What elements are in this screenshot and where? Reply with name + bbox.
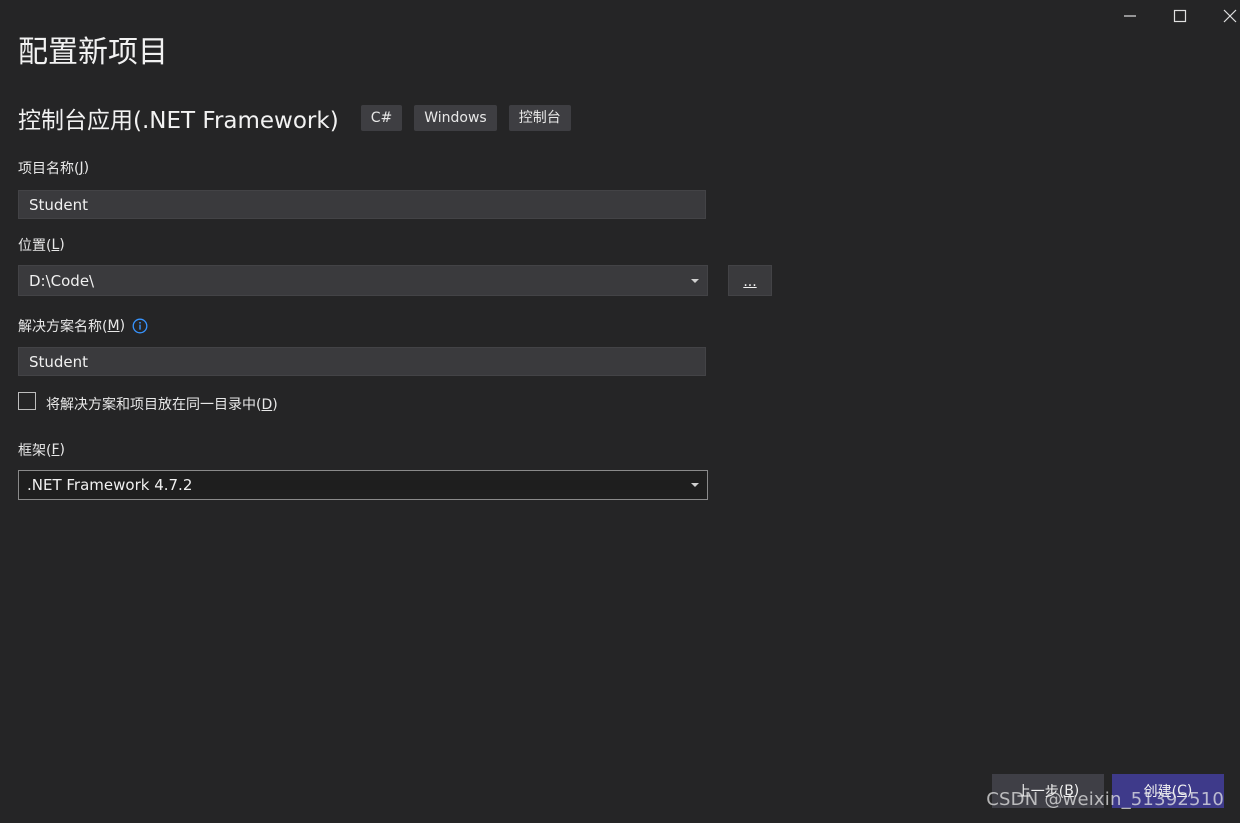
info-icon[interactable] [132,318,148,334]
maximize-button[interactable] [1157,0,1203,32]
close-icon [1223,9,1237,23]
location-value: D:\Code\ [29,271,95,290]
same-directory-checkbox[interactable] [18,392,36,410]
page-title: 配置新项目 [18,35,168,70]
solution-name-input[interactable] [18,347,706,376]
maximize-icon [1173,9,1187,23]
close-button[interactable] [1207,0,1240,32]
tag-project-type: 控制台 [508,105,571,131]
solution-name-label: 解决方案名称(M) [18,316,148,336]
template-name: 控制台应用(.NET Framework) [18,108,339,134]
template-header: 控制台应用(.NET Framework) C# Windows 控制台 [18,100,583,136]
framework-value: .NET Framework 4.7.2 [27,476,193,494]
framework-combobox[interactable]: .NET Framework 4.7.2 [18,470,708,500]
location-label: 位置(L) [18,237,65,254]
same-directory-option[interactable]: 将解决方案和项目放在同一目录中(D) [18,390,278,414]
watermark: CSDN @weixin_51392510 [986,789,1224,810]
minimize-button[interactable] [1107,0,1153,32]
framework-label: 框架(F) [18,442,65,459]
tag-language: C# [360,105,403,131]
minimize-icon [1124,15,1136,17]
same-directory-label: 将解决方案和项目放在同一目录中(D) [46,397,278,413]
dropdown-arrow-icon [691,483,699,487]
location-combobox[interactable]: D:\Code\ [18,265,708,296]
project-name-label: 项目名称(J) [18,160,90,177]
project-name-input[interactable] [18,190,706,219]
tag-platform: Windows [414,105,497,131]
browse-button[interactable]: ... [728,265,772,296]
dropdown-arrow-icon [691,278,699,283]
